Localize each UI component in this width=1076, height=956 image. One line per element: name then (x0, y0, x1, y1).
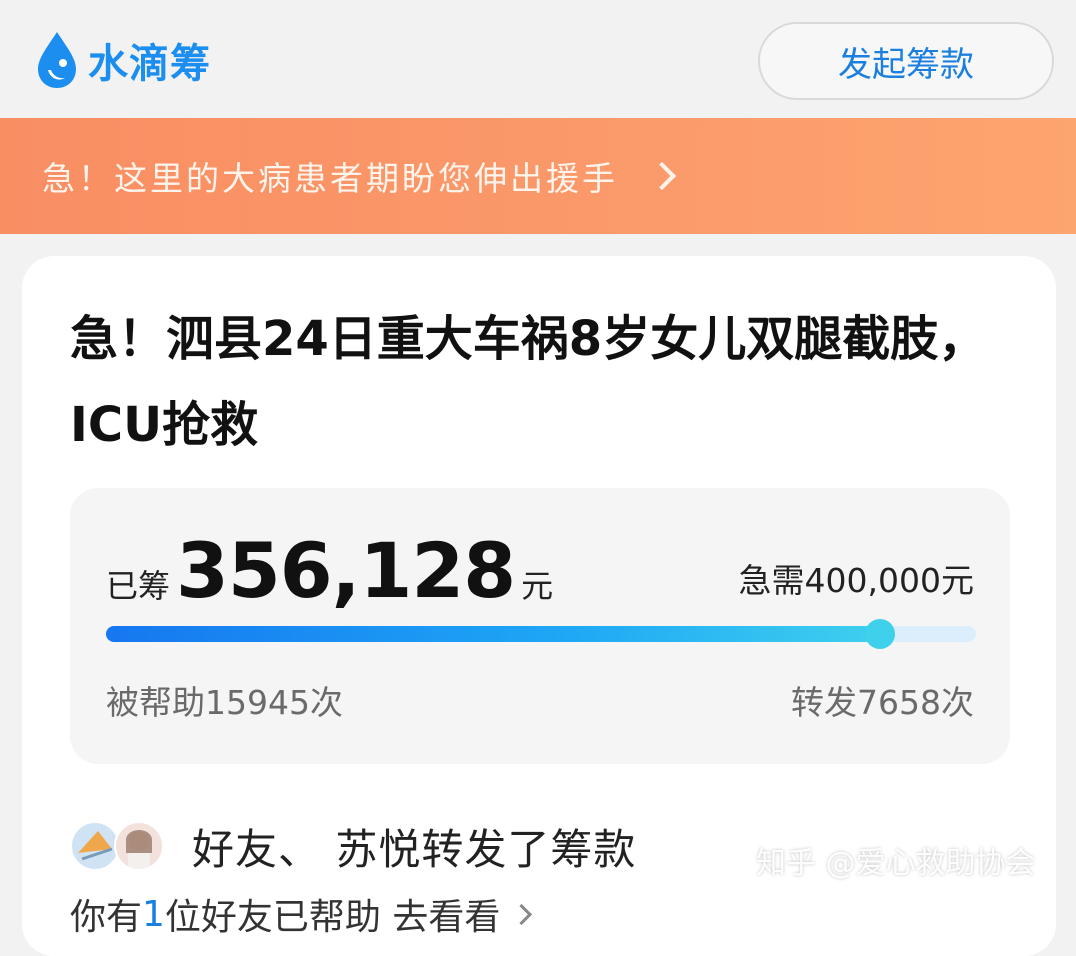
avatar (114, 820, 164, 871)
friend-avatars (70, 819, 170, 875)
helped-count: 被帮助15945次 (106, 683, 343, 722)
start-fundraising-button[interactable]: 发起筹款 (758, 22, 1054, 100)
fundraising-stats: 已筹 356,128 元 急需400,000元 被帮助15945次 转发7658… (70, 488, 1010, 764)
raised-label: 已筹 (106, 567, 171, 605)
brand-name: 水滴筹 (88, 41, 211, 87)
campaign-title: 急！泗县24日重大车祸8岁女儿双腿截肢，ICU抢救 (70, 311, 987, 453)
watermark: 知乎 @爱心救助协会 (756, 846, 1036, 881)
target-amount: 急需400,000元 (738, 561, 974, 600)
friends-share-row[interactable]: 好友、 苏悦转发了筹款 (70, 816, 636, 877)
banner-text: 急！这里的大病患者期盼您伸出援手 (42, 159, 618, 198)
app-header: 水滴筹 发起筹款 (0, 0, 1076, 118)
friends-helped-prefix: 你有 (70, 897, 143, 938)
raised-unit: 元 (521, 567, 554, 605)
progress-bar (106, 619, 976, 649)
friends-helped-link[interactable]: 你有 1 位好友已帮助 去看看 (70, 888, 533, 940)
share-count: 转发7658次 (791, 683, 974, 722)
chevron-right-icon (647, 161, 677, 191)
friends-helped-count: 1 (142, 893, 165, 935)
raised-amount: 356,128 (176, 526, 516, 615)
friends-helped-suffix: 位好友已帮助 去看看 (164, 897, 501, 938)
raised-row: 已筹 356,128 元 (106, 526, 553, 615)
urgent-banner[interactable]: 急！这里的大病患者期盼您伸出援手 (0, 118, 1076, 234)
water-drop-icon (38, 32, 76, 88)
chevron-right-icon (511, 903, 533, 925)
progress-knob (865, 619, 896, 649)
brand-logo[interactable]: 水滴筹 (34, 30, 211, 90)
avatar (70, 820, 120, 871)
progress-fill (106, 626, 881, 642)
friends-share-text: 好友、 苏悦转发了筹款 (192, 825, 637, 874)
